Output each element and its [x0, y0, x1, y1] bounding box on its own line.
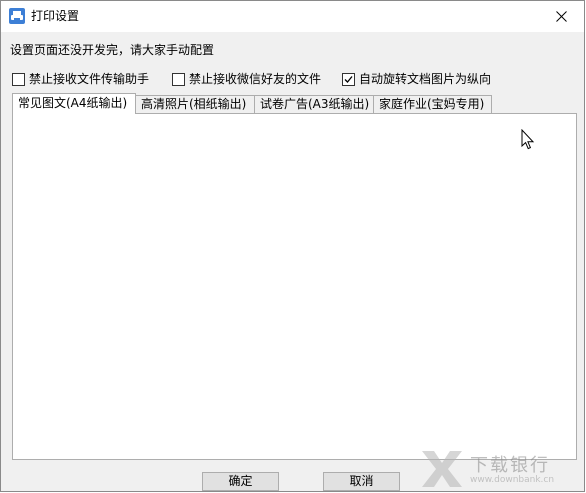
close-button[interactable]	[538, 1, 584, 32]
watermark-logo: 下载银行 www.downbank.cn	[418, 447, 578, 491]
check-icon	[344, 75, 353, 83]
tab-hd-photo[interactable]: 高清照片(相纸输出)	[135, 95, 255, 113]
checkbox-label: 禁止接收微信好友的文件	[189, 72, 322, 86]
close-icon	[555, 11, 567, 22]
printer-app-icon	[9, 8, 25, 24]
notice-text: 设置页面还没开发完，请大家手动配置	[10, 43, 215, 57]
option-auto-rotate-portrait[interactable]: 自动旋转文档图片为纵向	[342, 71, 491, 87]
checkbox-label: 禁止接收文件传输助手	[29, 72, 150, 86]
checkbox[interactable]	[12, 72, 25, 86]
option-disable-wechat-friend-files[interactable]: 禁止接收微信好友的文件	[172, 71, 321, 87]
option-disable-file-helper[interactable]: 禁止接收文件传输助手	[12, 71, 149, 87]
checkbox-label: 自动旋转文档图片为纵向	[359, 72, 492, 86]
watermark-text: 下载银行	[470, 455, 550, 476]
window-title: 打印设置	[31, 9, 80, 23]
watermark-subtext: www.downbank.cn	[470, 475, 555, 485]
mouse-cursor-icon	[521, 129, 535, 150]
tab-strip: 常见图文(A4纸输出) 高清照片(相纸输出) 试卷广告(A3纸输出) 家庭作业(…	[12, 93, 584, 114]
tab-homework[interactable]: 家庭作业(宝妈专用)	[373, 95, 492, 113]
checkbox[interactable]	[172, 72, 185, 86]
print-settings-dialog: 打印设置 设置页面还没开发完，请大家手动配置 禁止接收文件传输助手 禁止接收微信…	[0, 0, 585, 492]
confirm-button[interactable]: 确定	[202, 472, 279, 491]
checkbox-checked[interactable]	[342, 72, 355, 86]
cancel-button[interactable]: 取消	[323, 472, 400, 491]
tab-a3-exam[interactable]: 试卷广告(A3纸输出)	[254, 95, 374, 113]
tab-a4-common[interactable]: 常见图文(A4纸输出)	[12, 93, 136, 114]
tab-panel	[12, 113, 577, 460]
title-bar[interactable]: 打印设置	[1, 1, 584, 32]
downbank-logo-icon	[422, 451, 462, 487]
